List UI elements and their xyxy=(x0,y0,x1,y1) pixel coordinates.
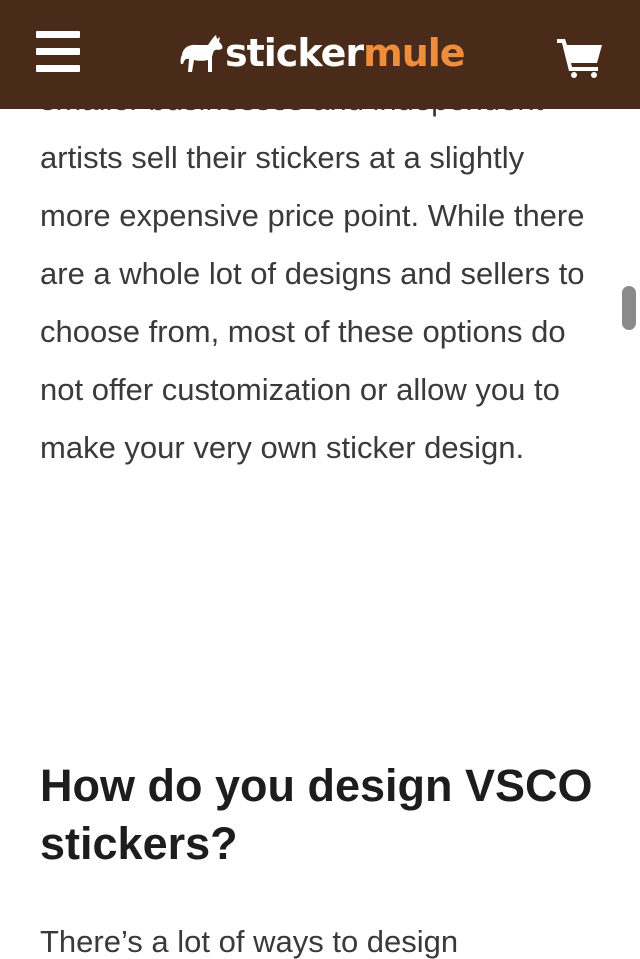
page-scrollbar[interactable] xyxy=(622,286,636,330)
logo-text-sticker: sticker xyxy=(225,31,364,75)
stickermule-logo[interactable]: sticker mule xyxy=(180,29,466,77)
shopping-cart-icon xyxy=(557,39,602,78)
article-paragraph: smaller businesses and independent artis… xyxy=(40,82,585,465)
article-content: smaller businesses and independent artis… xyxy=(0,0,640,959)
logo-text-mule: mule xyxy=(363,31,465,75)
cart-button[interactable] xyxy=(556,36,604,78)
menu-button[interactable] xyxy=(36,31,82,73)
section-heading: How do you design VSCO stickers? xyxy=(40,760,593,869)
mule-logo-icon xyxy=(180,35,223,72)
site-header: sticker mule xyxy=(0,0,640,109)
article-paragraph-next: There’s a lot of ways to design xyxy=(40,924,459,959)
